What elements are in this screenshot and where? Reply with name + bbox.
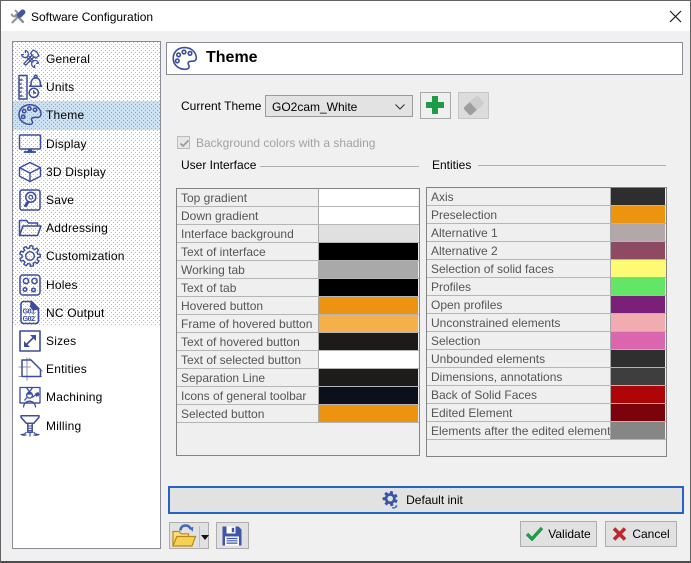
svg-text:G02: G02 (23, 316, 36, 323)
svg-text:G01: G01 (23, 308, 36, 315)
